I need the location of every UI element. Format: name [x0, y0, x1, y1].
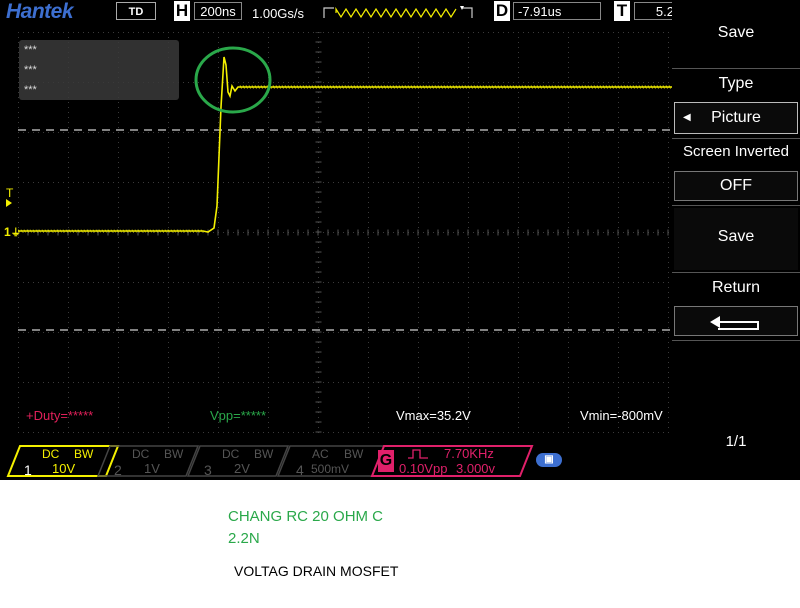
measurement-vmin: Vmin=-800mV [580, 408, 663, 423]
channel2-number: 2 [114, 462, 122, 478]
menu-title: Save [717, 24, 755, 41]
annotation-line-2: 2.2N [228, 530, 260, 547]
measurement-vmax: Vmax=35.2V [396, 408, 471, 423]
channel3-bw: BW [254, 447, 274, 461]
generator-offset: 3.000v [456, 461, 496, 476]
channel1-bw: BW [74, 447, 94, 461]
channel1-marker-label: 1 [4, 225, 11, 239]
channel-bar: 1 DC BW 10V 2 DC BW 1V 3 DC BW 2V 4 AC B… [0, 440, 672, 480]
mode-badge: TD [116, 2, 156, 20]
bluetooth-usb-icon: ▣ [536, 453, 562, 467]
sample-rate: 1.00Gs/s [252, 6, 305, 21]
trigger-arrow-icon [6, 199, 12, 207]
channel4-number: 4 [296, 462, 304, 478]
info-line-1: *** [24, 44, 37, 56]
menu-divider [672, 205, 800, 206]
channel3-scale: 2V [234, 461, 250, 476]
info-line-2: *** [24, 64, 37, 76]
return-arrow-icon [710, 316, 759, 330]
channel1-tab[interactable]: 1 DC BW 10V [20, 446, 116, 478]
channel1-number: 1 [24, 462, 32, 478]
channel4-coupling: AC [312, 447, 329, 461]
info-line-3: *** [24, 84, 37, 96]
menu-divider [672, 138, 800, 139]
channel3-number: 3 [204, 462, 212, 478]
channel4-scale: 500mV [311, 462, 350, 476]
timebase-value[interactable]: 200ns [194, 2, 242, 20]
info-panel: *** *** *** [19, 40, 179, 100]
square-wave-icon [408, 449, 428, 459]
measurement-duty: +Duty=***** [26, 408, 94, 423]
type-select[interactable]: ◀ Picture [674, 102, 798, 134]
generator-label: G [378, 450, 394, 472]
trigger-glyph: T [614, 1, 630, 21]
channel4-bw: BW [344, 447, 364, 461]
generator-frequency: 7.70KHz [444, 446, 494, 461]
annotation-line-1: CHANG RC 20 OHM C [228, 508, 384, 525]
side-menu: Save Type ◀ Picture Screen Inverted OFF … [672, 0, 800, 480]
annotation-line-3: VOLTAG DRAIN MOSFET [234, 563, 399, 579]
channel1-coupling: DC [42, 447, 60, 461]
generator-tab[interactable]: G 7.70KHz 0.10Vpp 3.000v [378, 446, 528, 476]
trigger-marker-label: T [6, 186, 14, 200]
screen-inverted-label: Screen Inverted [683, 143, 789, 160]
channel3-coupling: DC [222, 447, 240, 461]
save-button[interactable]: Save [674, 208, 798, 270]
screen-inverted-toggle[interactable]: OFF [674, 171, 798, 201]
return-label: Return [711, 279, 761, 296]
status-bar: Hantek TD H 200ns 1.00Gs/s D -7.91us T 5… [0, 0, 674, 24]
channel3-tab[interactable]: 3 DC BW 2V [202, 446, 288, 478]
left-arrow-icon: ◀ [683, 112, 691, 123]
brand-logo: Hantek [6, 0, 74, 23]
ground-icon: ⏚ [10, 228, 21, 239]
measurement-vpp: Vpp=***** [210, 408, 267, 423]
channel2-tab[interactable]: 2 DC BW 1V [112, 446, 198, 478]
menu-divider [672, 340, 800, 341]
channel2-bw: BW [164, 447, 184, 461]
channel2-scale: 1V [144, 461, 160, 476]
trigger-level-marker[interactable]: T [6, 187, 13, 207]
menu-page-indicator: 1/1 [725, 433, 747, 450]
channel1-ground-marker[interactable]: 1⏚ [4, 226, 21, 240]
oscilloscope-screen: Hantek TD H 200ns 1.00Gs/s D -7.91us T 5… [0, 0, 800, 480]
memory-waveform-icon [323, 6, 473, 19]
menu-type-label: Type [718, 75, 754, 92]
channel4-tab[interactable]: 4 AC BW 500mV [294, 446, 380, 478]
channel1-scale: 10V [52, 461, 76, 476]
generator-amplitude: 0.10Vpp [399, 461, 448, 476]
menu-divider [672, 68, 800, 69]
trigger-level[interactable]: 5.2 [634, 2, 674, 20]
channel2-coupling: DC [132, 447, 150, 461]
menu-divider [672, 272, 800, 273]
return-button[interactable] [674, 306, 798, 336]
delay-value[interactable]: -7.91us [513, 2, 601, 20]
type-select-value: Picture [711, 109, 761, 126]
timebase-glyph: H [174, 1, 190, 21]
delay-glyph: D [494, 1, 510, 21]
